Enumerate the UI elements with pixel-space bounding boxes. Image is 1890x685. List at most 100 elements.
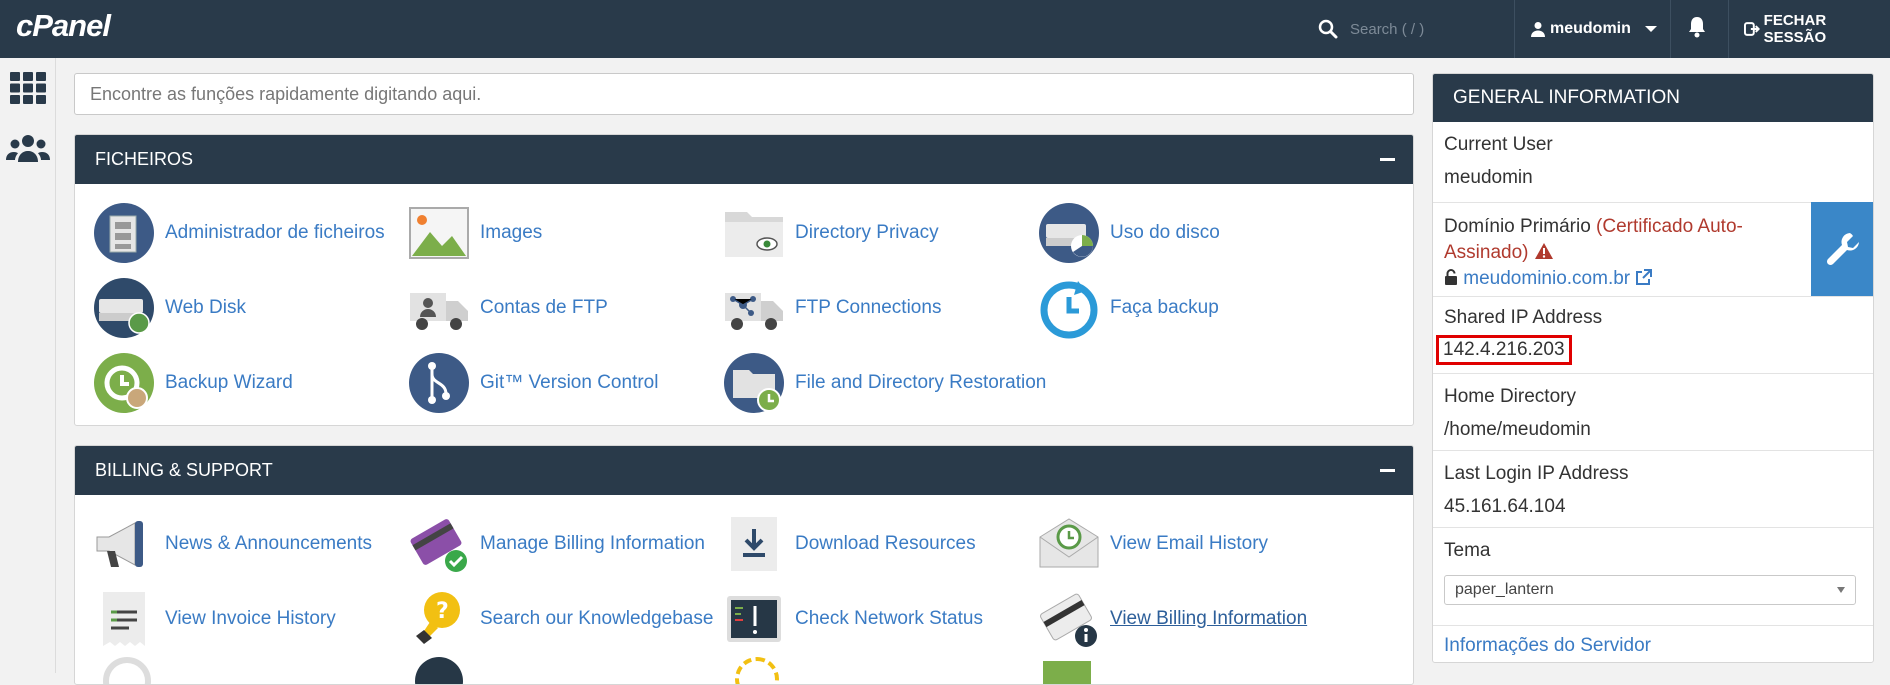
collapse-icon[interactable] bbox=[1380, 158, 1395, 161]
tool-label: Git™ Version Control bbox=[480, 372, 659, 393]
tool-label: File and Directory Restoration bbox=[795, 372, 1047, 393]
tool-label: View Billing Information bbox=[1110, 608, 1308, 629]
search-icon bbox=[1318, 19, 1338, 39]
billing-info-icon bbox=[1040, 593, 1097, 647]
primary-domain-heading: Domínio Primário (Certificado Auto-Assin… bbox=[1444, 214, 1798, 266]
wrench-icon bbox=[1826, 233, 1859, 266]
username: meudomin bbox=[1550, 20, 1631, 37]
tool-images[interactable]: Images bbox=[408, 202, 718, 264]
ftp-connections-icon bbox=[725, 293, 783, 330]
home-directory-label: Home Directory bbox=[1444, 386, 1576, 407]
shared-ip-value: 142.4.216.203 bbox=[1436, 335, 1572, 365]
lightbulb-icon: ? bbox=[416, 592, 460, 644]
tool-directory-privacy[interactable]: Directory Privacy bbox=[723, 202, 1033, 264]
top-search-input[interactable] bbox=[1350, 20, 1500, 38]
tool-knowledgebase[interactable]: ? Search our Knowledgebase bbox=[408, 588, 718, 650]
git-icon bbox=[409, 353, 469, 413]
tool-network-status[interactable]: Check Network Status bbox=[723, 588, 1033, 650]
tool-billing-info[interactable]: View Billing Information bbox=[1038, 588, 1348, 650]
domain-line: meudominio.com.br bbox=[1444, 268, 1798, 290]
tool-label: View Email History bbox=[1110, 533, 1269, 554]
tool-email-history[interactable]: View Email History bbox=[1038, 513, 1348, 575]
backup-icon bbox=[1040, 281, 1098, 339]
tool-label: Contas de FTP bbox=[480, 297, 608, 318]
general-information-panel: GENERAL INFORMATION Current User meudomi… bbox=[1432, 73, 1874, 663]
tool-ftp-connections[interactable]: FTP Connections bbox=[723, 277, 1033, 339]
current-user-label: Current User bbox=[1444, 134, 1553, 155]
file-manager-icon bbox=[94, 203, 154, 263]
tool-manage-billing[interactable]: Manage Billing Information bbox=[408, 513, 718, 575]
tool-news[interactable]: News & Announcements bbox=[93, 513, 403, 575]
panel-title: BILLING & SUPPORT bbox=[95, 460, 273, 480]
tool-git[interactable]: Git™ Version Control bbox=[408, 352, 718, 414]
credit-card-icon bbox=[410, 519, 467, 572]
users-icon[interactable] bbox=[6, 132, 50, 166]
user-icon bbox=[1531, 22, 1545, 37]
last-login-value: 45.161.64.104 bbox=[1444, 496, 1566, 517]
logout-icon bbox=[1744, 22, 1760, 36]
tool-web-disk[interactable]: Web Disk bbox=[93, 277, 403, 339]
tool-invoice-history[interactable]: View Invoice History bbox=[93, 588, 403, 650]
quick-search-input[interactable] bbox=[74, 73, 1414, 115]
partial-icon bbox=[735, 657, 779, 684]
panel-header[interactable]: BILLING & SUPPORT bbox=[75, 446, 1413, 495]
user-menu[interactable]: meudomin bbox=[1530, 0, 1657, 58]
tool-label: Download Resources bbox=[795, 533, 976, 554]
last-login-row: Last Login IP Address 45.161.64.104 bbox=[1433, 450, 1873, 527]
home-directory-row: Home Directory /home/meudomin bbox=[1433, 373, 1873, 450]
tool-ftp-accounts[interactable]: Contas de FTP bbox=[408, 277, 718, 339]
tool-label: News & Announcements bbox=[165, 533, 373, 554]
tool-label: Administrador de ficheiros bbox=[165, 222, 385, 243]
server-info-link[interactable]: Informações do Servidor bbox=[1444, 635, 1651, 656]
logout-button[interactable]: FECHAR SESSÃO bbox=[1744, 0, 1890, 58]
disk-usage-icon bbox=[1039, 203, 1099, 263]
theme-select-value: paper_lantern bbox=[1455, 581, 1554, 598]
wrench-button[interactable] bbox=[1811, 202, 1873, 296]
download-icon bbox=[731, 517, 777, 571]
grid-icon[interactable] bbox=[10, 72, 46, 104]
tool-label: Directory Privacy bbox=[795, 222, 939, 243]
panel-title: FICHEIROS bbox=[95, 149, 194, 169]
unlock-icon bbox=[1445, 269, 1457, 285]
shared-ip-wrap: 142.4.216.203 bbox=[1436, 335, 1873, 365]
shared-ip-label: Shared IP Address bbox=[1444, 307, 1603, 328]
top-search[interactable] bbox=[1318, 0, 1514, 58]
tool-label: Faça backup bbox=[1110, 297, 1219, 318]
theme-select[interactable]: paper_lantern bbox=[1444, 575, 1856, 605]
tool-backup-wizard[interactable]: Backup Wizard bbox=[93, 352, 403, 414]
shared-ip-row: Shared IP Address 142.4.216.203 bbox=[1433, 296, 1873, 373]
primary-domain-row: Domínio Primário (Certificado Auto-Assin… bbox=[1433, 202, 1873, 296]
tool-label: Search our Knowledgebase bbox=[480, 608, 714, 629]
panel-header[interactable]: FICHEIROS bbox=[75, 135, 1413, 184]
top-bar: cPanel meudomin FECHAR SESSÃO bbox=[0, 0, 1890, 58]
info-title: GENERAL INFORMATION bbox=[1433, 74, 1873, 122]
chevron-down-icon bbox=[1644, 26, 1657, 32]
partial-icon bbox=[103, 657, 151, 684]
bell-icon[interactable] bbox=[1687, 15, 1707, 44]
ftp-accounts-icon bbox=[410, 293, 468, 330]
tool-restoration[interactable]: File and Directory Restoration bbox=[723, 352, 1083, 414]
directory-privacy-icon bbox=[725, 212, 783, 257]
tool-label: Images bbox=[480, 222, 543, 243]
collapse-icon[interactable] bbox=[1380, 469, 1395, 472]
divider bbox=[1670, 0, 1671, 58]
external-link-icon[interactable] bbox=[1635, 269, 1653, 286]
current-user-row: Current User meudomin bbox=[1433, 122, 1873, 202]
domain-link[interactable]: meudominio.com.br bbox=[1463, 268, 1630, 289]
images-icon bbox=[409, 207, 469, 259]
tool-disk-usage[interactable]: Uso do disco bbox=[1038, 202, 1348, 264]
logout-label: FECHAR SESSÃO bbox=[1763, 12, 1827, 46]
divider bbox=[1728, 0, 1729, 58]
current-user-value: meudomin bbox=[1444, 167, 1533, 188]
tool-label: Web Disk bbox=[165, 297, 246, 318]
svg-text:?: ? bbox=[436, 599, 449, 624]
cpanel-logo[interactable]: cPanel bbox=[16, 8, 111, 44]
warning-icon bbox=[1534, 243, 1553, 259]
tool-file-manager[interactable]: Administrador de ficheiros bbox=[93, 202, 403, 264]
partial-icon bbox=[1043, 661, 1091, 684]
tool-label: Manage Billing Information bbox=[480, 533, 705, 554]
backup-wizard-icon bbox=[94, 353, 154, 413]
divider bbox=[1514, 0, 1515, 58]
tool-download-resources[interactable]: Download Resources bbox=[723, 513, 1033, 575]
tool-backup[interactable]: Faça backup bbox=[1038, 277, 1348, 339]
